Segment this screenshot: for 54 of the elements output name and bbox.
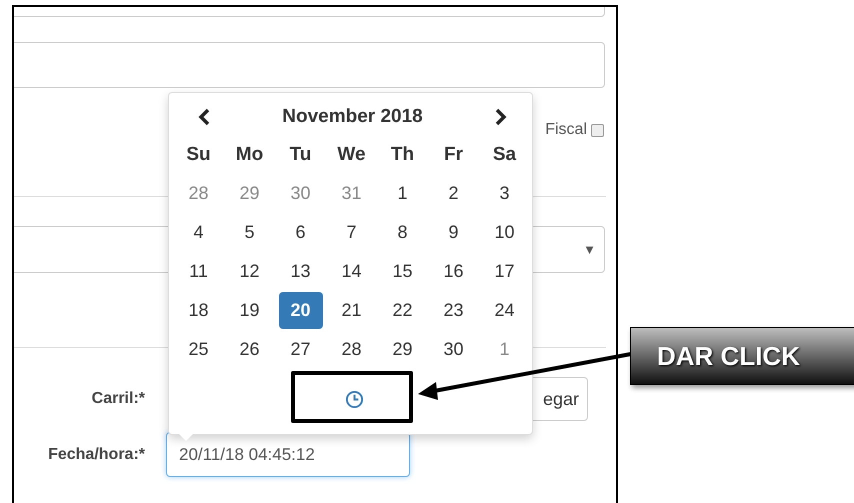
day-cell[interactable]: 13 [278, 253, 322, 290]
weekday-label: Fr [444, 144, 463, 166]
weekday-label: We [337, 144, 366, 166]
day-cell[interactable]: 12 [228, 253, 272, 290]
day-cell[interactable]: 30 [278, 175, 322, 212]
day-cell[interactable]: 6 [278, 214, 322, 251]
day-cell[interactable]: 28 [176, 175, 220, 212]
day-cell[interactable]: 3 [482, 175, 526, 212]
day-cell[interactable]: 25 [176, 331, 220, 368]
day-cell[interactable]: 30 [432, 331, 476, 368]
field-label: Fecha/hora:* [47, 446, 145, 464]
day-cell[interactable]: 5 [228, 214, 272, 251]
day-cell[interactable]: 7 [330, 214, 374, 251]
day-cell[interactable]: 19 [228, 292, 272, 329]
day-cell[interactable]: 28 [330, 331, 374, 368]
day-cell[interactable]: 23 [432, 292, 476, 329]
weekday-label: Tu [290, 144, 312, 166]
day-cell[interactable]: 4 [176, 214, 220, 251]
day-cell[interactable]: 17 [482, 253, 526, 290]
day-cell[interactable]: 29 [380, 331, 424, 368]
day-cell[interactable]: 15 [380, 253, 424, 290]
checkbox[interactable] [591, 124, 604, 136]
day-cell[interactable]: 27 [278, 331, 322, 368]
day-cell[interactable]: 1 [380, 175, 424, 212]
day-cell[interactable]: 2 [432, 175, 476, 212]
text-field[interactable] [14, 42, 605, 88]
day-cell[interactable]: 31 [330, 175, 374, 212]
dropdown-arrow: ▼ [583, 242, 596, 257]
day-cell[interactable]: 22 [380, 292, 424, 329]
checkbox-label: Fiscal [545, 121, 587, 139]
field-label: Carril:* [90, 390, 145, 408]
day-cell[interactable]: 9 [432, 214, 476, 251]
chevron-left-icon[interactable] [197, 108, 211, 126]
month-title[interactable]: November 2018 [282, 106, 423, 128]
day-cell[interactable]: 8 [380, 214, 424, 251]
weekday-label: Su [186, 144, 211, 166]
weekday-label: Mo [236, 144, 264, 166]
callout-label: DAR CLICK [630, 327, 854, 385]
weekday-label: Sa [492, 144, 516, 166]
day-cell[interactable]: 16 [432, 253, 476, 290]
day-cell[interactable]: 26 [228, 331, 272, 368]
day-cell[interactable]: 18 [176, 292, 220, 329]
day-cell[interactable]: 29 [228, 175, 272, 212]
day-cell[interactable]: 1 [482, 331, 526, 368]
day-cell[interactable]: 24 [482, 292, 526, 329]
chevron-right-icon[interactable] [494, 108, 508, 126]
date-time-field[interactable]: 20/11/18 04:45:12 [166, 432, 410, 477]
day-cell[interactable]: 20 [278, 292, 322, 329]
clock-icon[interactable] [345, 390, 364, 408]
weekday-label: Th [390, 144, 414, 166]
day-cell[interactable]: 21 [330, 292, 374, 329]
day-cell[interactable]: 14 [330, 253, 374, 290]
day-cell[interactable]: 10 [482, 214, 526, 251]
day-cell[interactable]: 11 [176, 253, 220, 290]
